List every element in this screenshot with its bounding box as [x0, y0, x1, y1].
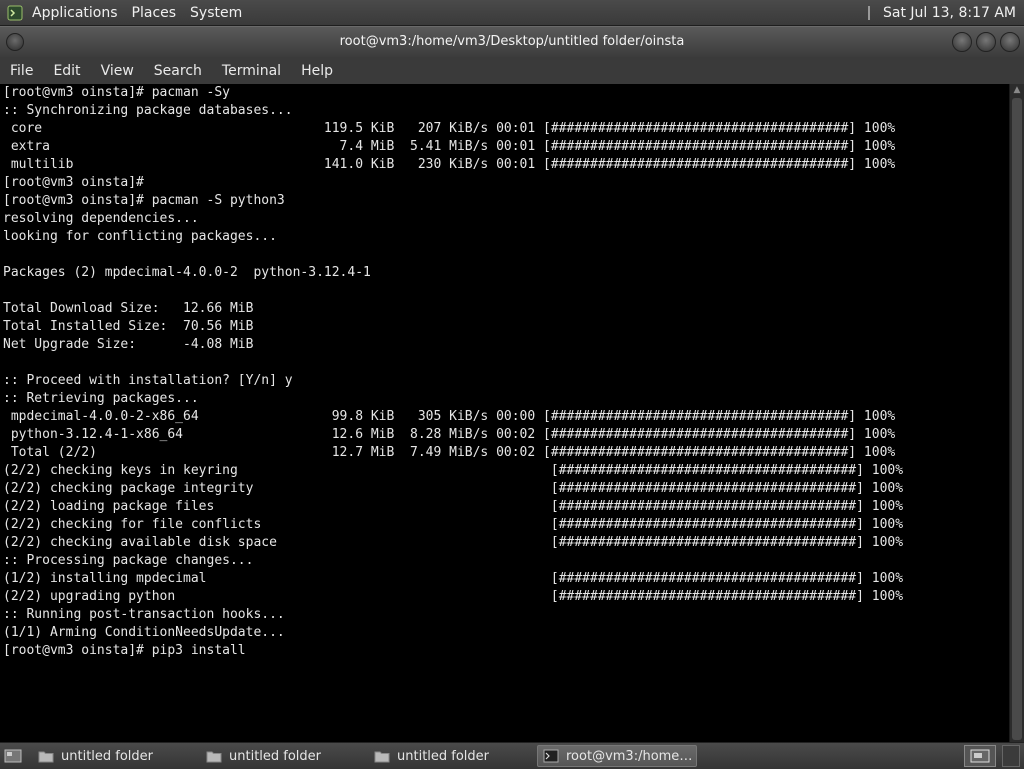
window-menubar: File Edit View Search Terminal Help: [0, 57, 1024, 85]
scrollbar-thumb[interactable]: [1012, 98, 1022, 740]
terminal-line: [0, 354, 1010, 372]
system-menu[interactable]: System: [190, 5, 242, 21]
terminal-line: (2/2) checking available disk space [###…: [3, 535, 904, 550]
terminal-line: resolving dependencies...: [3, 211, 199, 226]
show-desktop-icon[interactable]: [3, 746, 23, 766]
menu-terminal[interactable]: Terminal: [212, 63, 291, 79]
terminal-line: [0, 246, 1010, 264]
panel-separator-icon: [863, 5, 875, 20]
terminal-line: :: Processing package changes...: [3, 553, 254, 568]
maximize-button[interactable]: [976, 32, 996, 52]
taskbar-item-terminal[interactable]: root@vm3:/home/v...: [537, 745, 697, 767]
terminal-line: (1/2) installing mpdecimal [############…: [3, 571, 904, 586]
taskbar-item-folder-2[interactable]: untitled folder: [201, 745, 361, 767]
terminal-line: (2/2) checking keys in keyring [########…: [3, 463, 904, 478]
applications-menu[interactable]: Applications: [32, 5, 118, 21]
bottom-taskbar: untitled folder untitled folder untitled…: [0, 742, 1024, 769]
terminal-line: (1/1) Arming ConditionNeedsUpdate...: [3, 625, 285, 640]
terminal-line: :: Running post-transaction hooks...: [3, 607, 285, 622]
clock[interactable]: Sat Jul 13, 8:17 AM: [883, 5, 1016, 21]
minimize-button[interactable]: [952, 32, 972, 52]
terminal-line: Packages (2) mpdecimal-4.0.0-2 python-3.…: [3, 265, 371, 280]
workspace-indicator[interactable]: [1002, 745, 1020, 767]
window-titlebar[interactable]: root@vm3:/home/vm3/Desktop/untitled fold…: [0, 26, 1024, 57]
terminal-line: Net Upgrade Size: -4.08 MiB: [3, 337, 254, 352]
terminal-line: python-3.12.4-1-x86_64 12.6 MiB 8.28 MiB…: [3, 427, 896, 442]
terminal-line: multilib 141.0 KiB 230 KiB/s 00:01 [####…: [3, 157, 896, 172]
terminal-prompt-line: [root@vm3 oinsta]# pip3 install: [3, 643, 246, 658]
places-menu[interactable]: Places: [132, 5, 177, 21]
terminal-line: [root@vm3 oinsta]# pacman -S python3: [3, 193, 285, 208]
menu-help[interactable]: Help: [291, 63, 343, 79]
terminal-output[interactable]: [root@vm3 oinsta]# pacman -Sy :: Synchro…: [0, 84, 1010, 742]
terminal-line: (2/2) checking package integrity [######…: [3, 481, 904, 496]
terminal-app-icon[interactable]: [6, 4, 24, 22]
terminal-line: (2/2) checking for file conflicts [#####…: [3, 517, 904, 532]
terminal-line: extra 7.4 MiB 5.41 MiB/s 00:01 [########…: [3, 139, 896, 154]
terminal-line: [root@vm3 oinsta]# pacman -Sy: [3, 85, 230, 100]
close-button[interactable]: [1000, 32, 1020, 52]
folder-icon: [373, 748, 391, 764]
terminal-line: Total Installed Size: 70.56 MiB: [3, 319, 254, 334]
menu-file[interactable]: File: [0, 63, 43, 79]
terminal-line: core 119.5 KiB 207 KiB/s 00:01 [########…: [3, 121, 896, 136]
top-panel: Applications Places System Sat Jul 13, 8…: [0, 0, 1024, 26]
terminal-line: (2/2) upgrading python [################…: [3, 589, 904, 604]
menu-search[interactable]: Search: [144, 63, 212, 79]
menu-edit[interactable]: Edit: [43, 63, 90, 79]
terminal-line: mpdecimal-4.0.0-2-x86_64 99.8 KiB 305 Ki…: [3, 409, 896, 424]
terminal-icon: [542, 748, 560, 764]
terminal-window: root@vm3:/home/vm3/Desktop/untitled fold…: [0, 26, 1024, 742]
terminal-line: (2/2) loading package files [###########…: [3, 499, 904, 514]
terminal-scrollbar[interactable]: ▲: [1009, 84, 1024, 742]
terminal-line: [0, 282, 1010, 300]
terminal-line: Total (2/2) 12.7 MiB 7.49 MiB/s 00:02 [#…: [3, 445, 896, 460]
taskbar-item-folder-1[interactable]: untitled folder: [33, 745, 193, 767]
window-title: root@vm3:/home/vm3/Desktop/untitled fold…: [339, 34, 685, 49]
workspace-switcher[interactable]: [964, 745, 996, 767]
terminal-line: :: Synchronizing package databases...: [3, 103, 293, 118]
terminal-line: looking for conflicting packages...: [3, 229, 277, 244]
taskbar-item-folder-3[interactable]: untitled folder: [369, 745, 529, 767]
terminal-line: :: Retrieving packages...: [3, 391, 199, 406]
folder-icon: [205, 748, 223, 764]
terminal-line: Total Download Size: 12.66 MiB: [3, 301, 254, 316]
terminal-line: [root@vm3 oinsta]#: [3, 175, 144, 190]
terminal-line: :: Proceed with installation? [Y/n] y: [3, 373, 293, 388]
folder-icon: [37, 748, 55, 764]
menu-view[interactable]: View: [91, 63, 144, 79]
scroll-up-arrow-icon[interactable]: ▲: [1010, 84, 1024, 96]
